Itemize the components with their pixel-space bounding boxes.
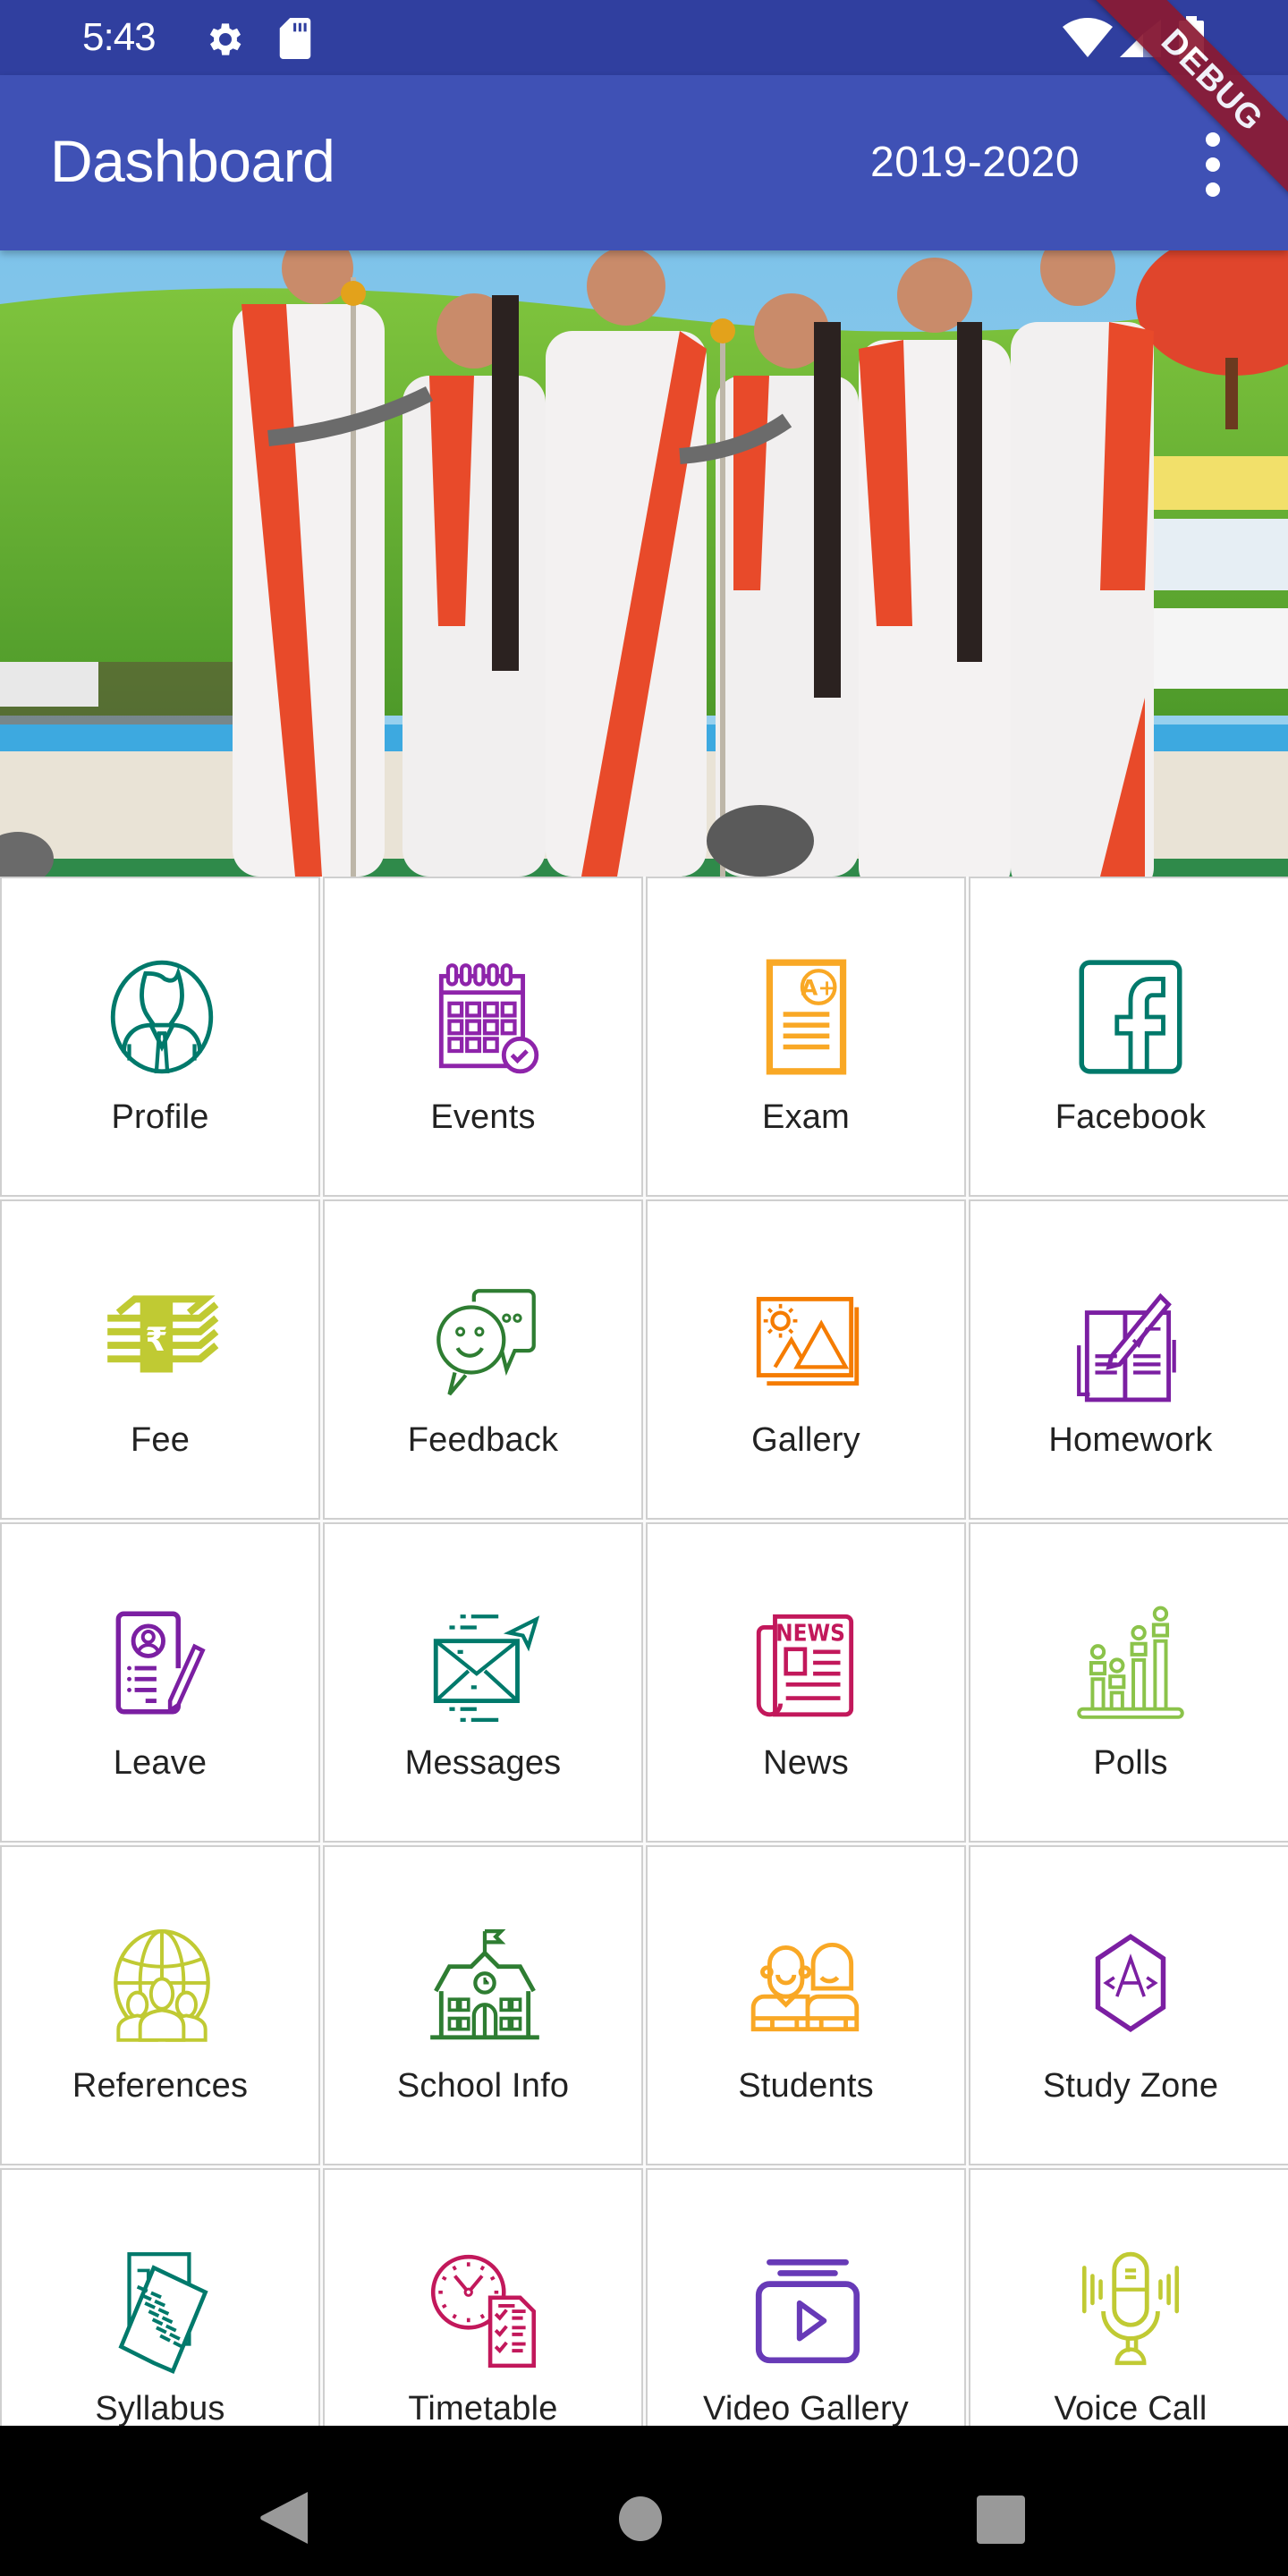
profile-icon	[110, 960, 214, 1074]
session-year[interactable]: 2019-2020	[870, 136, 1080, 190]
tile-label: Syllabus	[95, 2390, 225, 2426]
school-building-icon	[430, 1929, 539, 2040]
wifi-icon	[1063, 18, 1113, 57]
recents-icon[interactable]	[977, 2496, 1025, 2544]
tile-label: Facebook	[1055, 1098, 1207, 1136]
tile-timetable[interactable]: Timetable	[323, 2168, 643, 2426]
gallery-icon	[756, 1296, 860, 1386]
banner-photo	[0, 250, 1288, 877]
tile-messages[interactable]: Messages	[323, 1522, 643, 1843]
gear-icon	[209, 23, 242, 55]
tile-label: Feedback	[407, 1421, 559, 1459]
students-icon	[750, 1942, 860, 2032]
dashboard-grid: Profile Events A+ Exam Facebook ₹ Fee Feedback G…	[0, 877, 1288, 2426]
navigation-bar	[0, 2426, 1288, 2576]
tile-profile[interactable]: Profile	[0, 877, 320, 1197]
tile-label: Events	[430, 1098, 536, 1136]
poll-chart-icon	[1077, 1606, 1184, 1719]
syllabus-documents-icon	[118, 2252, 208, 2374]
tile-label: Study Zone	[1042, 2067, 1219, 2105]
tile-label: Gallery	[751, 1421, 860, 1459]
tile-label: School Info	[396, 2067, 570, 2105]
back-icon[interactable]	[259, 2492, 309, 2544]
tile-exam[interactable]: A+ Exam	[646, 877, 966, 1197]
tile-label: News	[763, 1744, 849, 1782]
tile-events[interactable]: Events	[323, 877, 643, 1197]
tile-fee[interactable]: ₹ Fee	[0, 1199, 320, 1520]
tile-students[interactable]: Students	[646, 1845, 966, 2165]
tile-syllabus[interactable]: Syllabus	[0, 2168, 320, 2426]
tile-leave[interactable]: Leave	[0, 1522, 320, 1843]
homework-book-icon	[1077, 1292, 1176, 1402]
tile-label: Homework	[1048, 1421, 1213, 1459]
tile-label: Exam	[762, 1098, 850, 1136]
rupee-stack-icon: ₹	[107, 1295, 219, 1373]
tile-label: Polls	[1093, 1744, 1168, 1782]
tile-label: Fee	[130, 1421, 191, 1459]
tile-voice-call[interactable]: Voice Call	[969, 2168, 1288, 2426]
home-icon[interactable]	[619, 2496, 662, 2541]
tile-facebook[interactable]: Facebook	[969, 877, 1288, 1197]
svg-text:NEWS: NEWS	[775, 1621, 845, 1648]
study-hexagon-icon	[1095, 1933, 1166, 2032]
tile-references[interactable]: References	[0, 1845, 320, 2165]
tile-label: Leave	[113, 1744, 208, 1782]
tile-gallery[interactable]: Gallery	[646, 1199, 966, 1520]
facebook-icon	[1079, 960, 1182, 1074]
video-play-icon	[755, 2258, 860, 2364]
svg-text:A+: A+	[801, 975, 836, 1001]
page-title: Dashboard	[50, 128, 335, 194]
tile-news[interactable]: NEWS News	[646, 1522, 966, 1843]
feedback-chat-icon	[436, 1289, 536, 1396]
tile-label: Messages	[404, 1744, 562, 1782]
tile-label: Students	[738, 2067, 874, 2105]
tile-homework[interactable]: Homework	[969, 1199, 1288, 1520]
newspaper-icon: NEWS	[756, 1614, 854, 1717]
envelope-send-icon	[433, 1614, 540, 1723]
svg-text:₹: ₹	[145, 1320, 167, 1359]
more-vert-icon[interactable]	[1190, 129, 1236, 200]
microphone-icon	[1082, 2251, 1179, 2366]
status-time: 5:43	[82, 15, 157, 59]
tile-label: Profile	[111, 1098, 209, 1136]
banner-image	[0, 250, 1288, 877]
timetable-clock-icon	[430, 2254, 537, 2368]
tile-label: Video Gallery	[702, 2390, 910, 2426]
tile-label: References	[72, 2067, 249, 2105]
tile-feedback[interactable]: Feedback	[323, 1199, 643, 1520]
calendar-icon	[438, 963, 539, 1074]
app-bar: Dashboard 2019-2020	[0, 75, 1288, 250]
status-bar: 5:43	[0, 0, 1288, 75]
sd-card-icon	[279, 18, 311, 59]
tile-label: Timetable	[408, 2390, 558, 2426]
exam-sheet-icon: A+	[766, 959, 847, 1075]
tile-school-info[interactable]: School Info	[323, 1845, 643, 2165]
globe-people-icon	[114, 1929, 210, 2042]
tile-polls[interactable]: Polls	[969, 1522, 1288, 1843]
tile-label: Voice Call	[1054, 2390, 1208, 2426]
leave-form-icon	[115, 1611, 206, 1715]
tile-video-gallery[interactable]: Video Gallery	[646, 2168, 966, 2426]
tile-study-zone[interactable]: Study Zone	[969, 1845, 1288, 2165]
